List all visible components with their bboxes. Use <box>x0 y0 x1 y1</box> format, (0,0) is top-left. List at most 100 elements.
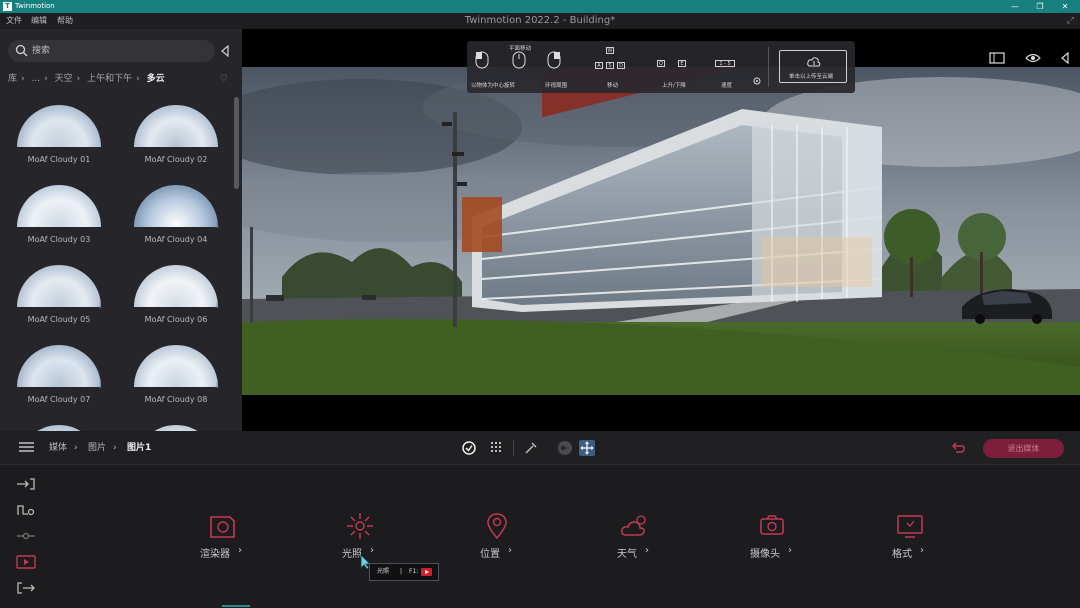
sky-dome-thumbnail <box>134 185 218 227</box>
hud-rotate-label: 以物体为中心旋转 <box>471 83 516 89</box>
category-renderer-label: 渲染器 <box>200 549 230 560</box>
category-location[interactable]: 位置 › <box>480 511 600 571</box>
sky-dome-thumbnail <box>134 345 218 387</box>
close-button[interactable]: ✕ <box>1053 0 1077 13</box>
hud-settings-icon[interactable] <box>752 76 762 86</box>
format-icon <box>897 515 923 538</box>
viewport[interactable]: 以物体为中心旋转 平面移动 环视周围 W A S D 移动 Q E 上升/下降 … <box>242 29 1080 431</box>
library-item-label: MoAf Cloudy 03 <box>27 235 91 244</box>
library-item-label: MoAf Cloudy 08 <box>144 395 208 404</box>
hamburger-menu-icon[interactable] <box>19 441 34 453</box>
eyedropper-icon[interactable] <box>523 440 539 456</box>
back-arrow-icon[interactable] <box>557 440 573 456</box>
maximize-button[interactable]: ❐ <box>1028 0 1052 13</box>
sky-dome-thumbnail <box>17 185 101 227</box>
move-tool-icon[interactable] <box>579 440 595 456</box>
library-item[interactable]: MoAf Cloudy 06 ⤓ <box>121 261 231 339</box>
library-item[interactable]: MoAf Cloudy 01 <box>4 101 114 179</box>
pan-mouse-icon <box>512 51 526 69</box>
download-icon[interactable]: ⤓ <box>213 302 221 310</box>
key-w: W <box>606 47 614 54</box>
tooltip-label: 光照 <box>377 568 390 575</box>
library-item-label: MoAf Cloudy 05 <box>27 315 91 324</box>
breadcrumb-images[interactable]: 图片 <box>88 431 106 465</box>
document-title: Twinmotion 2022.2 - Building* <box>464 15 616 26</box>
look-mouse-icon <box>547 51 561 69</box>
timeline-icon[interactable] <box>16 529 36 543</box>
download-icon[interactable]: ⤓ <box>96 382 104 390</box>
path-animation-icon[interactable] <box>16 503 36 517</box>
weather-icon <box>621 515 646 536</box>
hud-look-label: 环视周围 <box>545 83 568 89</box>
cloud-upload-button[interactable]: 单击以上传至云端 <box>779 50 847 83</box>
category-weather-label: 天气 <box>617 549 637 560</box>
key-e: E <box>678 60 686 67</box>
viewport-layout-icon[interactable] <box>989 52 1005 64</box>
download-icon[interactable]: ⤓ <box>213 382 221 390</box>
lighting-icon <box>347 513 373 539</box>
library-item[interactable]: MoAf Cloudy 04 ⤓ <box>121 181 231 259</box>
library-item[interactable]: MoAf Cloudy 02 <box>121 101 231 179</box>
category-camera-label: 摄像头 <box>750 549 780 560</box>
library-item[interactable]: ⤓ <box>4 421 114 431</box>
library-item[interactable]: MoAf Cloudy 05 ⤓ <box>4 261 114 339</box>
library-item[interactable]: MoAf Cloudy 08 ⤓ <box>121 341 231 419</box>
exit-media-button[interactable]: 退出媒体 <box>983 439 1064 458</box>
library-panel: 库› ...› 天空› 上午和下午› 多云 ♡ MoAf Cloudy 01Mo… <box>0 29 242 431</box>
check-status-icon[interactable] <box>461 440 477 456</box>
download-icon[interactable]: ⤓ <box>96 302 104 310</box>
navigation-hud: 以物体为中心旋转 平面移动 环视周围 W A S D 移动 Q E 上升/下降 … <box>467 41 855 93</box>
sky-dome-thumbnail <box>17 105 101 147</box>
minimize-button[interactable]: — <box>1003 0 1027 13</box>
bottom-panel: 媒体 › 图片 › 图片1 退出媒体 渲染器 › 光照 › 位置 › 天气 › … <box>0 431 1080 608</box>
speed-value[interactable]: 1 - 5 <box>715 60 735 67</box>
library-item-label: MoAf Cloudy 06 <box>144 315 208 324</box>
breadcrumb-image1: 图片1 <box>127 443 152 453</box>
visibility-eye-icon[interactable] <box>1025 52 1041 64</box>
tooltip-separator: | <box>400 568 403 575</box>
library-item[interactable]: MoAf Cloudy 07 ⤓ <box>4 341 114 419</box>
library-item[interactable]: ⤓ <box>121 421 231 431</box>
menu-file[interactable]: 文件 <box>6 13 22 29</box>
download-icon[interactable]: ⤓ <box>213 222 221 230</box>
category-renderer[interactable]: 渲染器 › <box>200 511 320 571</box>
library-item[interactable]: MoAf Cloudy 03 <box>4 181 114 259</box>
export-icon[interactable] <box>16 581 36 595</box>
hud-move-label: 移动 <box>607 83 619 89</box>
sky-dome-thumbnail <box>17 265 101 307</box>
hud-updown-label: 上升/下降 <box>662 83 686 89</box>
hud-speed-label: 速度 <box>721 83 733 89</box>
breadcrumb-media[interactable]: 媒体 <box>49 431 67 465</box>
right-panel-toggle-icon[interactable] <box>1060 52 1070 64</box>
category-camera[interactable]: 摄像头 › <box>750 511 870 571</box>
library-item-label: MoAf Cloudy 01 <box>27 155 91 164</box>
cloud-upload-label: 单击以上传至云端 <box>789 74 834 80</box>
media-active-icon[interactable] <box>16 555 36 569</box>
active-indicator <box>222 605 250 607</box>
undo-icon[interactable] <box>950 440 966 456</box>
menu-edit[interactable]: 编辑 <box>31 13 47 29</box>
twinmotion-logo-icon: T <box>3 2 12 11</box>
orbit-mouse-icon <box>475 51 489 69</box>
library-scrollbar[interactable] <box>234 97 239 189</box>
category-lighting-label: 光照 <box>342 549 362 560</box>
sky-dome-thumbnail <box>134 105 218 147</box>
video-play-icon[interactable] <box>421 568 432 576</box>
library-item-label: MoAf Cloudy 04 <box>144 235 208 244</box>
bottom-toolbar: 媒体 › 图片 › 图片1 退出媒体 <box>0 431 1080 465</box>
grid-pattern-icon[interactable] <box>489 440 505 456</box>
menu-help[interactable]: 帮助 <box>57 13 73 29</box>
location-icon <box>487 513 507 540</box>
category-weather[interactable]: 天气 › <box>617 511 737 571</box>
menu-bar: Twinmotion 2022.2 - Building* 文件 编辑 帮助 ⤢ <box>0 13 1080 29</box>
key-s: S <box>606 62 614 69</box>
category-format[interactable]: 格式 › <box>892 511 1012 571</box>
import-icon[interactable] <box>16 477 36 491</box>
library-item-label: MoAf Cloudy 02 <box>144 155 208 164</box>
category-location-label: 位置 <box>480 549 500 560</box>
os-title-bar: T Twinmotion — ❐ ✕ <box>0 0 1080 13</box>
key-d: D <box>617 62 625 69</box>
category-format-label: 格式 <box>892 549 912 560</box>
expand-icon[interactable]: ⤢ <box>1067 13 1074 29</box>
toolbar-divider <box>513 440 514 456</box>
